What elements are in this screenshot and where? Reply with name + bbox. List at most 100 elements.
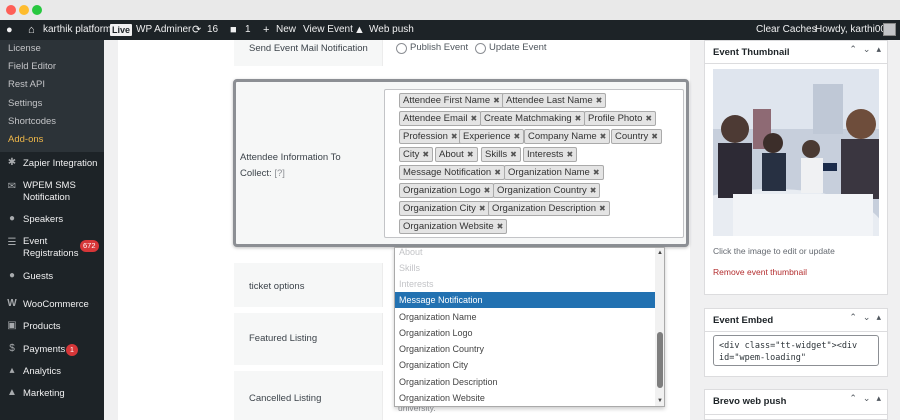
remove-tag-icon[interactable]: ✖ xyxy=(590,186,597,195)
submenu-item-rest-api[interactable]: Rest API xyxy=(8,79,45,90)
tag-about[interactable]: About ✖ xyxy=(435,147,478,162)
home-icon[interactable]: ⌂ xyxy=(28,20,35,40)
plus-icon[interactable]: + xyxy=(263,20,269,40)
new-content-link[interactable]: New xyxy=(276,20,296,40)
tag-organization-description[interactable]: Organization Description ✖ xyxy=(488,201,610,216)
update-event-label[interactable]: Update Event xyxy=(489,42,547,53)
tag-organization-logo[interactable]: Organization Logo ✖ xyxy=(399,183,495,198)
sidebar-item-analytics[interactable]: ▴ Analytics xyxy=(0,365,104,379)
tag-company-name[interactable]: Company Name ✖ xyxy=(524,129,611,144)
sidebar-item-sms[interactable]: ✉ WPEM SMS Notification xyxy=(0,179,104,205)
tag-city[interactable]: City ✖ xyxy=(399,147,434,162)
move-up-icon[interactable]: ⌃ xyxy=(849,312,857,323)
avatar[interactable] xyxy=(883,23,896,36)
wordpress-logo-icon[interactable]: ● xyxy=(6,20,13,40)
tag-message-notification[interactable]: Message Notification ✖ xyxy=(399,165,505,180)
updates-count[interactable]: 16 xyxy=(207,20,218,40)
remove-tag-icon[interactable]: ✖ xyxy=(479,204,486,213)
submenu-item-field-editor[interactable]: Field Editor xyxy=(8,61,56,72)
tag-interests[interactable]: Interests ✖ xyxy=(523,147,578,162)
remove-tag-icon[interactable]: ✖ xyxy=(451,132,458,141)
dropdown-option-selected[interactable]: Message Notification xyxy=(395,292,655,308)
sidebar-item-guests[interactable]: ● Guests xyxy=(0,270,104,284)
wp-adminer-link[interactable]: WP Adminer xyxy=(136,20,191,40)
dropdown-option[interactable]: Organization Website xyxy=(395,390,655,406)
close-window-dot[interactable] xyxy=(6,5,16,15)
tag-organization-city[interactable]: Organization City ✖ xyxy=(399,201,490,216)
scroll-down-icon[interactable]: ▼ xyxy=(655,397,664,405)
tag-attendee-last-name[interactable]: Attendee Last Name ✖ xyxy=(502,93,607,108)
sidebar-item-marketing[interactable]: ▲ Marketing xyxy=(0,387,104,401)
remove-tag-icon[interactable]: ✖ xyxy=(497,222,504,231)
maximize-window-dot[interactable] xyxy=(32,5,42,15)
tag-skills[interactable]: Skills ✖ xyxy=(481,147,521,162)
comments-icon[interactable]: ■ xyxy=(230,20,237,40)
updates-icon[interactable]: ⟳ xyxy=(192,20,201,40)
dropdown-scrollbar[interactable]: ▲ ▼ xyxy=(655,248,664,406)
remove-tag-icon[interactable]: ✖ xyxy=(600,132,607,141)
remove-tag-icon[interactable]: ✖ xyxy=(566,150,573,159)
tag-organization-country[interactable]: Organization Country ✖ xyxy=(493,183,601,198)
submenu-item-shortcodes[interactable]: Shortcodes xyxy=(8,116,56,127)
toggle-panel-icon[interactable]: ▴ xyxy=(876,312,881,323)
update-event-radio[interactable] xyxy=(475,43,486,54)
clear-caches-link[interactable]: Clear Caches xyxy=(756,20,817,40)
dropdown-option[interactable]: Organization Name xyxy=(395,309,655,325)
submenu-item-settings[interactable]: Settings xyxy=(8,98,42,109)
attendee-fields-select[interactable]: Attendee First Name ✖ Attendee Last Name ✖… xyxy=(384,89,684,238)
move-up-icon[interactable]: ⌃ xyxy=(849,44,857,55)
remove-thumbnail-link[interactable]: Remove event thumbnail xyxy=(713,267,807,277)
tag-profile-photo[interactable]: Profile Photo ✖ xyxy=(584,111,657,126)
publish-event-label[interactable]: Publish Event xyxy=(410,42,468,53)
embed-code-textarea[interactable]: <div class="tt-widget"><div id="wpem-loa… xyxy=(713,335,879,366)
attendee-fields-dropdown[interactable]: About Skills Interests Message Notificat… xyxy=(394,247,665,407)
remove-tag-icon[interactable]: ✖ xyxy=(593,168,600,177)
bell-icon[interactable]: ▲ xyxy=(354,20,365,40)
sidebar-item-speakers[interactable]: ● Speakers xyxy=(0,213,104,227)
dropdown-option[interactable]: Organization Logo xyxy=(395,325,655,341)
remove-tag-icon[interactable]: ✖ xyxy=(596,96,603,105)
move-up-icon[interactable]: ⌃ xyxy=(849,393,857,404)
tag-country[interactable]: Country ✖ xyxy=(611,129,662,144)
help-icon[interactable]: [?] xyxy=(274,168,285,179)
move-down-icon[interactable]: ⌄ xyxy=(863,44,871,55)
scroll-up-icon[interactable]: ▲ xyxy=(655,249,664,257)
remove-tag-icon[interactable]: ✖ xyxy=(575,114,582,123)
comments-count[interactable]: 1 xyxy=(245,20,251,40)
sidebar-item-zapier[interactable]: ✱ Zapier Integration xyxy=(0,157,104,171)
sidebar-item-products[interactable]: ▣ Products xyxy=(0,320,104,334)
remove-tag-icon[interactable]: ✖ xyxy=(494,168,501,177)
howdy-user-link[interactable]: Howdy, karthi007 xyxy=(815,20,892,40)
move-down-icon[interactable]: ⌄ xyxy=(863,393,871,404)
dropdown-option[interactable]: Organization Description xyxy=(395,374,655,390)
sidebar-item-payments[interactable]: $ Payments 1 xyxy=(0,343,104,357)
tag-profession[interactable]: Profession ✖ xyxy=(399,129,462,144)
minimize-window-dot[interactable] xyxy=(19,5,29,15)
web-push-link[interactable]: Web push xyxy=(369,20,414,40)
publish-event-radio[interactable] xyxy=(396,43,407,54)
view-event-link[interactable]: View Event xyxy=(303,20,353,40)
remove-tag-icon[interactable]: ✖ xyxy=(651,132,658,141)
dropdown-option[interactable]: Organization City xyxy=(395,357,655,373)
tag-organization-name[interactable]: Organization Name ✖ xyxy=(504,165,604,180)
remove-tag-icon[interactable]: ✖ xyxy=(599,204,606,213)
tag-organization-website[interactable]: Organization Website ✖ xyxy=(399,219,508,234)
remove-tag-icon[interactable]: ✖ xyxy=(422,150,429,159)
scroll-thumb[interactable] xyxy=(657,332,663,388)
tag-attendee-email[interactable]: Attendee Email ✖ xyxy=(399,111,482,126)
remove-tag-icon[interactable]: ✖ xyxy=(645,114,652,123)
remove-tag-icon[interactable]: ✖ xyxy=(467,150,474,159)
toggle-panel-icon[interactable]: ▴ xyxy=(876,44,881,55)
event-thumbnail-image[interactable] xyxy=(713,69,879,236)
toggle-panel-icon[interactable]: ▴ xyxy=(876,393,881,404)
remove-tag-icon[interactable]: ✖ xyxy=(470,114,477,123)
remove-tag-icon[interactable]: ✖ xyxy=(514,132,521,141)
dropdown-option[interactable]: Skills xyxy=(395,260,655,276)
move-down-icon[interactable]: ⌄ xyxy=(863,312,871,323)
tag-attendee-first-name[interactable]: Attendee First Name ✖ xyxy=(399,93,504,108)
submenu-item-license[interactable]: License xyxy=(8,43,41,54)
sidebar-item-registrations[interactable]: ☰ Event Registrations 672 xyxy=(0,235,104,261)
remove-tag-icon[interactable]: ✖ xyxy=(484,186,491,195)
dropdown-option[interactable]: About xyxy=(395,248,655,260)
dropdown-option[interactable]: Interests xyxy=(395,276,655,292)
